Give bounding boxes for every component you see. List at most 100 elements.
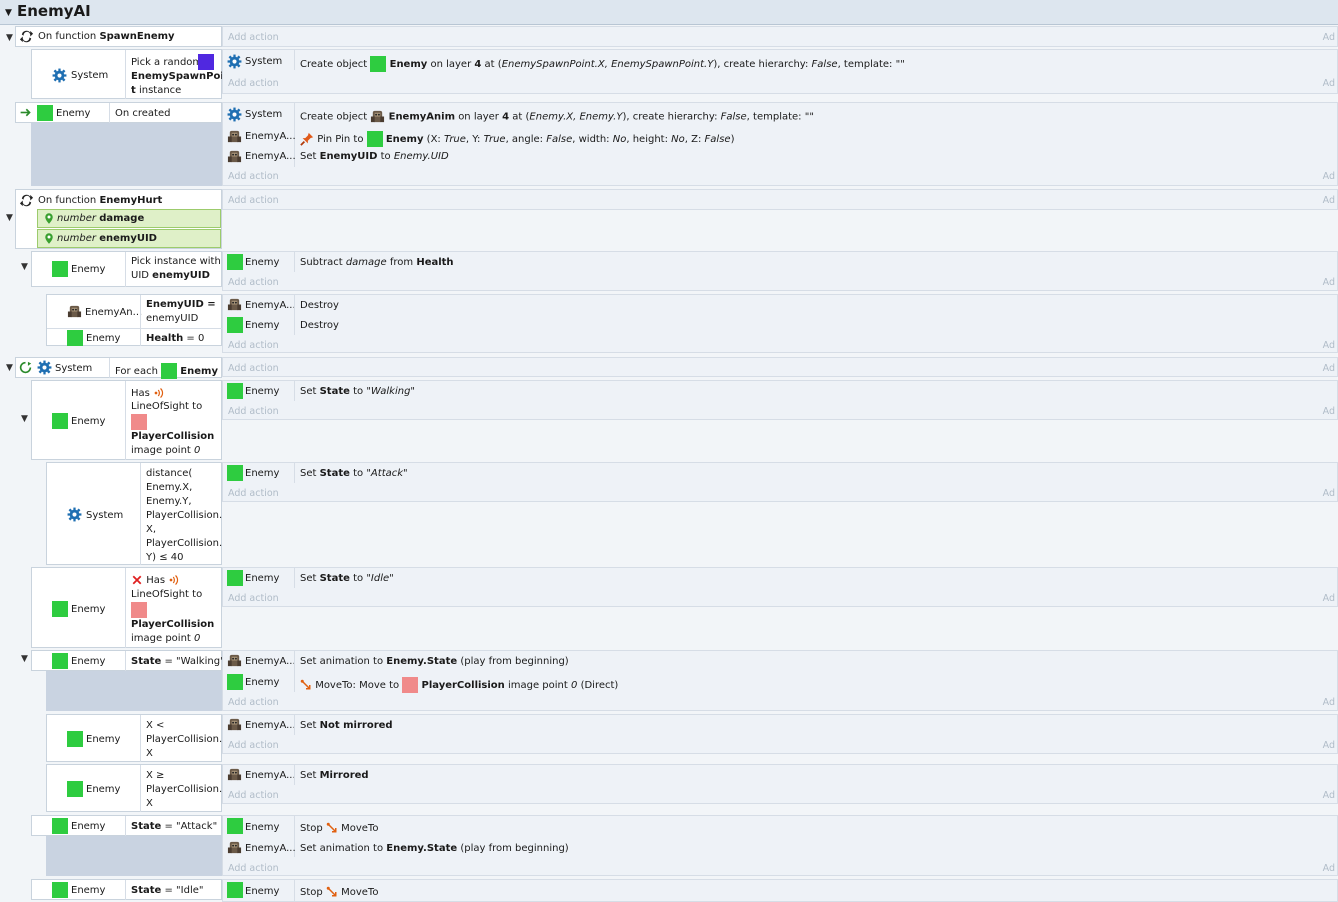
condition-var: enemyUID <box>152 270 210 281</box>
trigger-arrow-icon <box>19 106 32 119</box>
condition-not-has-los[interactable]: Enemy Has LineOfSight to PlayerCollision… <box>31 567 222 648</box>
add-action-link-right[interactable]: Ad <box>1323 790 1335 801</box>
param-damage[interactable]: number damage <box>37 209 221 228</box>
collapse-triangle-icon[interactable]: ▼ <box>21 414 28 424</box>
param-enemyuid[interactable]: number enemyUID <box>37 229 221 248</box>
add-action-link-right[interactable]: Ad <box>1323 863 1335 874</box>
function-name: EnemyHurt <box>99 195 163 206</box>
condition-pick-instance-uid[interactable]: Enemy Pick instance with UID enemyUID <box>31 251 222 287</box>
action-destroy[interactable]: Destroy <box>300 320 339 331</box>
add-action-link-right[interactable]: Ad <box>1323 32 1335 43</box>
condition-text: Has <box>131 388 150 399</box>
condition-text-1: Pick instance with <box>131 256 221 267</box>
collapse-triangle-icon[interactable]: ▼ <box>21 262 28 272</box>
actions-block: Enemy Set State to "Attack" Add action A… <box>222 462 1338 502</box>
actions-block: Add action Ad <box>222 189 1338 210</box>
add-action-link[interactable]: Add action <box>228 406 279 426</box>
add-action-link-right[interactable]: Ad <box>1323 740 1335 751</box>
condition-for-each-enemy[interactable]: System For each Enemy <box>15 357 222 379</box>
action-set-mirrored[interactable]: Set Mirrored <box>300 770 369 781</box>
action-subtract-health[interactable]: Subtract damage from Health <box>300 257 454 268</box>
add-action-link[interactable]: Add action <box>228 171 279 191</box>
condition-text: distance( <box>146 468 193 479</box>
collapse-triangle-icon[interactable]: ▼ <box>21 654 28 664</box>
condition-enemy-on-created[interactable]: Enemy On created <box>15 102 222 123</box>
add-action-link[interactable]: Add action <box>228 790 279 810</box>
playercollision-object-icon <box>402 677 419 693</box>
loop-icon <box>19 361 32 374</box>
actions-block: EnemyA... Set Mirrored Add action Ad <box>222 764 1338 804</box>
add-action-link-right[interactable]: Ad <box>1323 171 1335 182</box>
condition-state-walking[interactable]: Enemy State = "Walking" <box>31 650 225 671</box>
action-set-not-mirrored[interactable]: Set Not mirrored <box>300 720 393 731</box>
condition-text: LineOfSight to <box>131 589 203 600</box>
action-moveto[interactable]: MoveTo: Move to PlayerCollision image po… <box>300 677 618 693</box>
playercollision-object-icon <box>131 602 147 618</box>
condition-fill <box>46 836 222 876</box>
condition-group-uid-health: EnemyAn... EnemyUID = enemyUID Enemy Hea… <box>46 294 222 346</box>
condition-distance[interactable]: System distance( Enemy.X, Enemy.Y, Playe… <box>46 462 222 565</box>
add-action-link[interactable]: Add action <box>228 740 279 760</box>
action-object: EnemyA... <box>245 300 296 311</box>
action-stop-moveto[interactable]: Stop MoveTo <box>300 822 378 834</box>
condition-uid-var[interactable]: EnemyUID = <box>146 299 216 310</box>
condition-value: = "Idle" <box>164 885 204 896</box>
add-action-link-right[interactable]: Ad <box>1323 406 1335 417</box>
condition-health-zero[interactable]: Health = 0 <box>146 333 204 344</box>
condition-pick-random[interactable]: System Pick a random EnemySpawnPoin t in… <box>31 49 231 99</box>
action-set-animation[interactable]: Set animation to Enemy.State (play from … <box>300 656 569 667</box>
enemy-object-icon <box>227 882 243 898</box>
add-action-link-right[interactable]: Ad <box>1323 277 1335 288</box>
enemy-object-icon <box>67 731 83 747</box>
gear-icon <box>67 507 82 522</box>
enemy-object-icon <box>52 882 68 898</box>
condition-value: 0 <box>194 445 201 456</box>
add-action-link-right[interactable]: Ad <box>1323 78 1335 89</box>
add-action-link-right[interactable]: Ad <box>1323 340 1335 351</box>
action-object: EnemyA... <box>245 720 296 731</box>
add-action-link-right[interactable]: Ad <box>1323 697 1335 708</box>
function-icon <box>19 29 34 44</box>
condition-text: X, <box>146 524 157 535</box>
add-action-link[interactable]: Add action <box>228 488 279 508</box>
action-object: Enemy <box>245 468 280 479</box>
add-action-link[interactable]: Add action <box>228 78 279 98</box>
action-create-enemy[interactable]: Create object Enemy on layer 4 at (Enemy… <box>300 56 905 72</box>
condition-var: State <box>131 885 162 896</box>
add-action-link[interactable]: Add action <box>228 195 279 215</box>
action-set-state-walking[interactable]: Set State to "Walking" <box>300 386 415 397</box>
condition-x-less[interactable]: Enemy X < PlayerCollision. X <box>46 714 222 762</box>
condition-state-attack[interactable]: Enemy State = "Attack" <box>31 815 222 836</box>
condition-object: PlayerCollision <box>131 431 215 442</box>
add-action-link[interactable]: Add action <box>228 593 279 613</box>
condition-on-function-spawnenemy[interactable]: On function SpawnEnemy <box>15 26 222 47</box>
action-destroy[interactable]: Destroy <box>300 300 339 311</box>
add-action-link-right[interactable]: Ad <box>1323 488 1335 499</box>
line-of-sight-icon <box>153 387 165 399</box>
action-stop-moveto[interactable]: Stop MoveTo <box>300 886 378 898</box>
collapse-triangle-icon[interactable]: ▼ <box>6 33 13 43</box>
action-set-state-attack[interactable]: Set State to "Attack" <box>300 468 408 479</box>
action-set-state-idle[interactable]: Set State to "Idle" <box>300 573 394 584</box>
condition-has-los[interactable]: Enemy Has LineOfSight to PlayerCollision… <box>31 380 222 460</box>
moveto-icon <box>326 822 338 834</box>
action-pin[interactable]: Pin Pin to Enemy (X: True, Y: True, angl… <box>300 131 734 147</box>
moveto-icon <box>326 886 338 898</box>
collapse-triangle-icon[interactable]: ▼ <box>5 8 12 18</box>
collapse-triangle-icon[interactable]: ▼ <box>6 213 13 223</box>
add-action-link-right[interactable]: Ad <box>1323 363 1335 374</box>
condition-object: Enemy <box>180 366 218 377</box>
condition-state-idle[interactable]: Enemy State = "Idle" <box>31 879 222 900</box>
action-set-animation[interactable]: Set animation to Enemy.State (play from … <box>300 843 569 854</box>
enemy-object-icon <box>370 56 387 72</box>
action-create-enemyanim[interactable]: Create object EnemyAnim on layer 4 at (E… <box>300 109 814 124</box>
enemy-object-icon <box>67 781 83 797</box>
action-set-enemyuid[interactable]: Set EnemyUID to Enemy.UID <box>300 151 449 162</box>
condition-x-greater-equal[interactable]: Enemy X ≥ PlayerCollision. X <box>46 764 222 812</box>
collapse-triangle-icon[interactable]: ▼ <box>6 363 13 373</box>
object-name: System <box>71 70 109 81</box>
parameter-icon <box>43 212 55 225</box>
add-action-link-right[interactable]: Ad <box>1323 195 1335 206</box>
add-action-link-right[interactable]: Ad <box>1323 593 1335 604</box>
object-name: System <box>86 510 124 521</box>
